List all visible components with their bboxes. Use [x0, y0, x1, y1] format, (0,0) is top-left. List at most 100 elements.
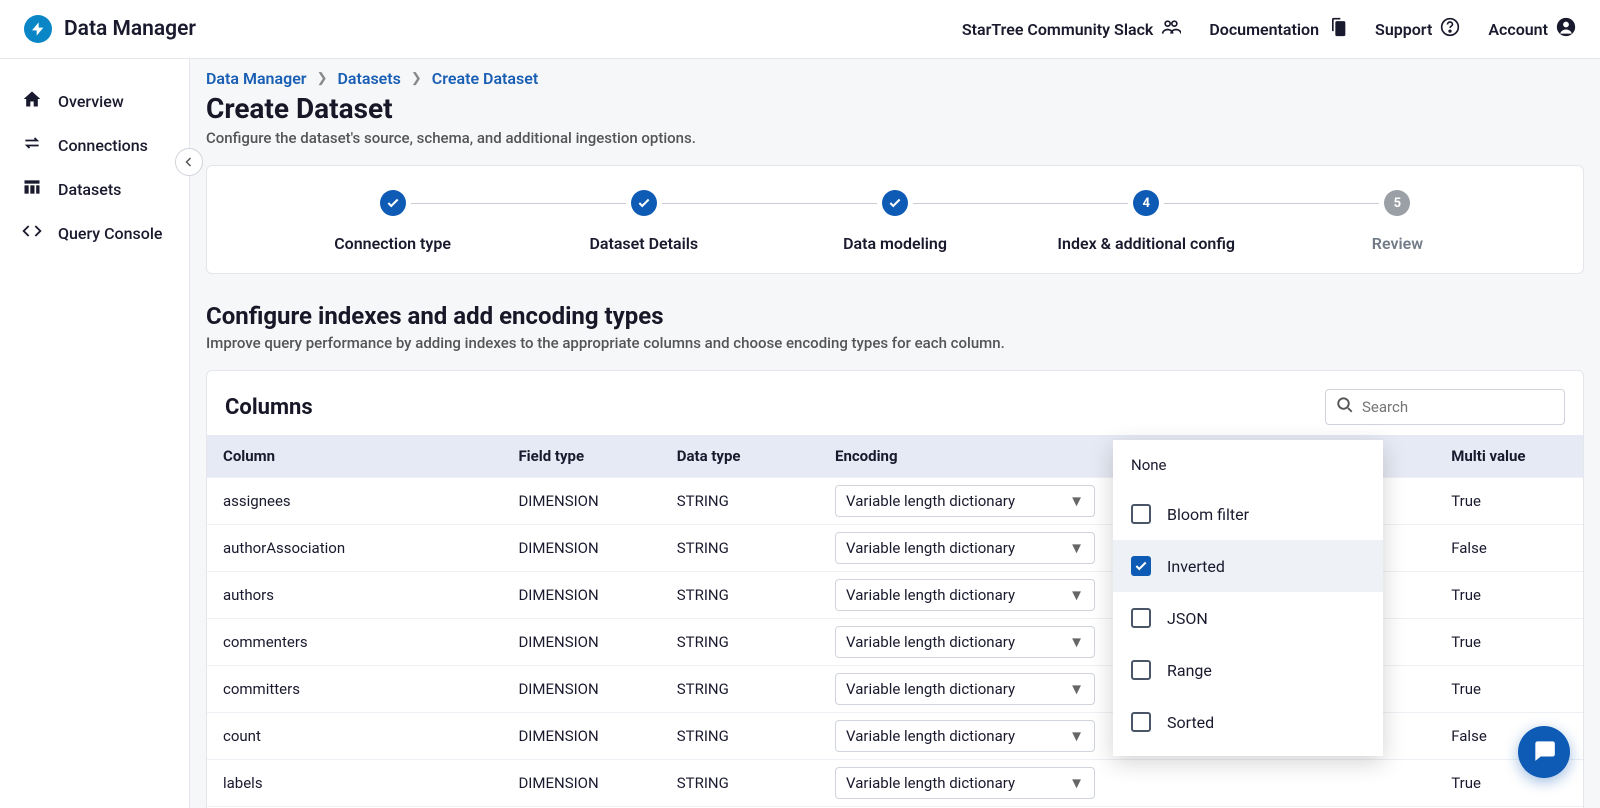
indexing-option[interactable]: Sorted	[1113, 696, 1383, 748]
indexing-option-label: Inverted	[1167, 557, 1225, 576]
cell-indexing	[1127, 760, 1435, 807]
cell-encoding: Variable length dictionary▼	[819, 619, 1127, 666]
sidebar-item-label: Datasets	[58, 180, 121, 199]
main: Data Manager ❯ Datasets ❯ Create Dataset…	[190, 59, 1600, 808]
stepper-card: Connection type Dataset Details Data mod…	[206, 165, 1584, 274]
nav-account[interactable]: Account	[1488, 17, 1576, 41]
chevron-left-icon	[183, 153, 195, 172]
indexing-option[interactable]: Range	[1113, 644, 1383, 696]
sidebar-item-overview[interactable]: Overview	[0, 79, 189, 123]
nav-support[interactable]: Support	[1375, 17, 1460, 41]
indexing-option-none[interactable]: None	[1113, 444, 1383, 488]
breadcrumb-link[interactable]: Data Manager	[206, 69, 307, 88]
section-head: Configure indexes and add encoding types…	[206, 302, 1584, 352]
table-row: labelsDIMENSIONSTRINGVariable length dic…	[207, 760, 1583, 807]
columns-card-header: Columns	[207, 371, 1583, 435]
section-title: Configure indexes and add encoding types	[206, 302, 1584, 330]
checkbox-icon	[1131, 504, 1151, 524]
check-icon	[882, 190, 908, 216]
nav-docs[interactable]: Documentation	[1209, 17, 1347, 41]
search-icon	[1336, 396, 1354, 418]
caret-down-icon: ▼	[1069, 492, 1084, 510]
check-icon	[380, 190, 406, 216]
cell-multi-value: True	[1435, 666, 1583, 713]
step-label: Data modeling	[843, 234, 947, 253]
indexing-option-label: Range	[1167, 661, 1212, 680]
encoding-select[interactable]: Variable length dictionary▼	[835, 720, 1095, 752]
help-fab[interactable]	[1518, 726, 1570, 778]
cell-data-type: STRING	[661, 760, 819, 807]
th-data-type: Data type	[661, 435, 819, 478]
cell-encoding: Variable length dictionary▼	[819, 525, 1127, 572]
sidebar-item-query-console[interactable]: Query Console	[0, 211, 189, 255]
breadcrumb-link[interactable]: Datasets	[337, 69, 400, 88]
sidebar-item-label: Query Console	[58, 224, 163, 243]
cell-field-type: DIMENSION	[502, 619, 660, 666]
encoding-value: Variable length dictionary	[846, 492, 1015, 510]
cell-column: labels	[207, 760, 502, 807]
step-label: Dataset Details	[589, 234, 698, 253]
search-input[interactable]	[1362, 398, 1561, 416]
indexing-dropdown[interactable]: None Bloom filter Inverted JSON Range Sorted	[1113, 440, 1383, 756]
step-data-modeling[interactable]: Data modeling	[769, 190, 1020, 253]
indexing-option-label: Bloom filter	[1167, 505, 1249, 524]
step-dataset-details[interactable]: Dataset Details	[518, 190, 769, 253]
check-icon	[631, 190, 657, 216]
chat-icon	[1531, 737, 1557, 767]
encoding-select[interactable]: Variable length dictionary▼	[835, 626, 1095, 658]
cell-data-type: STRING	[661, 713, 819, 760]
cell-field-type: DIMENSION	[502, 525, 660, 572]
nav-slack[interactable]: StarTree Community Slack	[962, 17, 1182, 41]
document-icon	[1327, 17, 1347, 41]
sidebar-item-label: Overview	[58, 92, 124, 111]
encoding-select[interactable]: Variable length dictionary▼	[835, 532, 1095, 564]
sidebar-item-datasets[interactable]: Datasets	[0, 167, 189, 211]
help-icon	[1440, 17, 1460, 41]
th-multi-value: Multi value	[1435, 435, 1583, 478]
cell-field-type: DIMENSION	[502, 572, 660, 619]
sidebar-item-connections[interactable]: Connections	[0, 123, 189, 167]
cell-encoding: Variable length dictionary ▼	[819, 666, 1127, 713]
cell-column: authors	[207, 572, 502, 619]
cell-column: assignees	[207, 478, 502, 525]
step-connection-type[interactable]: Connection type	[267, 190, 518, 253]
cell-column: committers	[207, 666, 502, 713]
checkbox-icon	[1131, 608, 1151, 628]
columns-title: Columns	[225, 395, 313, 420]
brand-title: Data Manager	[64, 17, 196, 41]
cell-field-type: DIMENSION	[502, 666, 660, 713]
indexing-option[interactable]: JSON	[1113, 592, 1383, 644]
swap-icon	[22, 133, 42, 157]
indexing-option-label: JSON	[1167, 609, 1208, 628]
encoding-select[interactable]: Variable length dictionary▼	[835, 579, 1095, 611]
caret-down-icon: ▼	[1069, 680, 1084, 698]
encoding-select[interactable]: Variable length dictionary▼	[835, 767, 1095, 799]
checkbox-icon	[1131, 712, 1151, 732]
topnav: StarTree Community Slack Documentation S…	[962, 17, 1576, 41]
indexing-option[interactable]: Inverted	[1113, 540, 1383, 592]
encoding-value: Variable length dictionary	[846, 586, 1015, 604]
brand[interactable]: Data Manager	[24, 15, 196, 43]
step-index-config[interactable]: 4 Index & additional config	[1021, 190, 1272, 253]
nav-support-label: Support	[1375, 20, 1432, 39]
nav-docs-label: Documentation	[1209, 20, 1319, 39]
cell-encoding: Variable length dictionary ▼	[819, 478, 1127, 525]
encoding-select[interactable]: Variable length dictionary ▼	[835, 673, 1095, 705]
cell-field-type: DIMENSION	[502, 713, 660, 760]
encoding-select[interactable]: Variable length dictionary ▼	[835, 485, 1095, 517]
step-number: 4	[1133, 190, 1159, 216]
cell-data-type: STRING	[661, 666, 819, 713]
breadcrumb: Data Manager ❯ Datasets ❯ Create Dataset	[206, 59, 1584, 88]
cell-data-type: STRING	[661, 478, 819, 525]
indexing-option[interactable]: Bloom filter	[1113, 488, 1383, 540]
indexing-option-label: Sorted	[1167, 713, 1214, 732]
topbar: Data Manager StarTree Community Slack Do…	[0, 0, 1600, 59]
search-box[interactable]	[1325, 389, 1565, 425]
section-subtitle: Improve query performance by adding inde…	[206, 334, 1584, 352]
nav-slack-label: StarTree Community Slack	[962, 20, 1154, 39]
step-review[interactable]: 5 Review	[1272, 190, 1523, 253]
collapse-sidebar-button[interactable]	[175, 148, 203, 176]
encoding-value: Variable length dictionary	[846, 680, 1015, 698]
step-line	[662, 203, 877, 204]
cell-data-type: STRING	[661, 525, 819, 572]
